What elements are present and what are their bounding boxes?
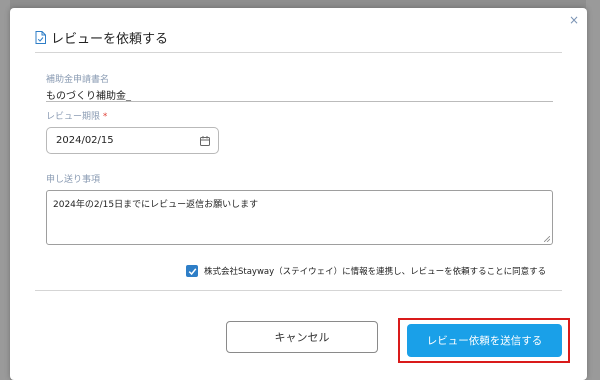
subsidy-name-label: 補助金申請書名	[46, 75, 110, 85]
background-left-edge	[0, 0, 10, 380]
header-divider	[35, 52, 562, 53]
notes-textarea[interactable]: 2024年の2/15日までにレビュー返信お願いします	[46, 190, 553, 245]
calendar-icon[interactable]	[200, 135, 210, 146]
document-icon	[35, 30, 46, 44]
deadline-label: レビュー期限 *	[46, 109, 107, 122]
review-request-dialog: × レビューを依頼する 補助金申請書名 ものづくり補助金_ レビュー期限 * 2…	[10, 8, 587, 380]
footer-divider	[35, 290, 562, 291]
cancel-button[interactable]: キャンセル	[226, 321, 378, 353]
notes-label: 申し送り事項	[46, 175, 101, 185]
background-right-edge	[586, 0, 600, 380]
resize-grip-icon[interactable]	[544, 236, 550, 242]
dialog-header: レビューを依頼する	[35, 26, 168, 48]
consent-row[interactable]: 株式会社Stayway（ステイウェイ）に情報を連携し、レビューを依頼することに同…	[186, 265, 546, 277]
checkmark-icon	[188, 267, 196, 275]
close-icon[interactable]: ×	[567, 13, 581, 27]
subsidy-name-value[interactable]: ものづくり補助金_	[46, 87, 131, 102]
consent-checkbox[interactable]	[186, 265, 198, 277]
notes-text: 2024年の2/15日までにレビュー返信お願いします	[53, 200, 259, 210]
dialog-title: レビューを依頼する	[51, 31, 169, 47]
deadline-date-field[interactable]: 2024/02/15	[46, 127, 219, 154]
consent-text: 株式会社Stayway（ステイウェイ）に情報を連携し、レビューを依頼することに同…	[204, 267, 547, 277]
deadline-label-text: レビュー期限	[46, 112, 101, 122]
submit-review-button[interactable]: レビュー依頼を送信する	[407, 324, 562, 357]
required-mark: *	[102, 112, 108, 122]
deadline-date-value: 2024/02/15	[56, 135, 114, 146]
subsidy-name-underline	[46, 101, 553, 102]
